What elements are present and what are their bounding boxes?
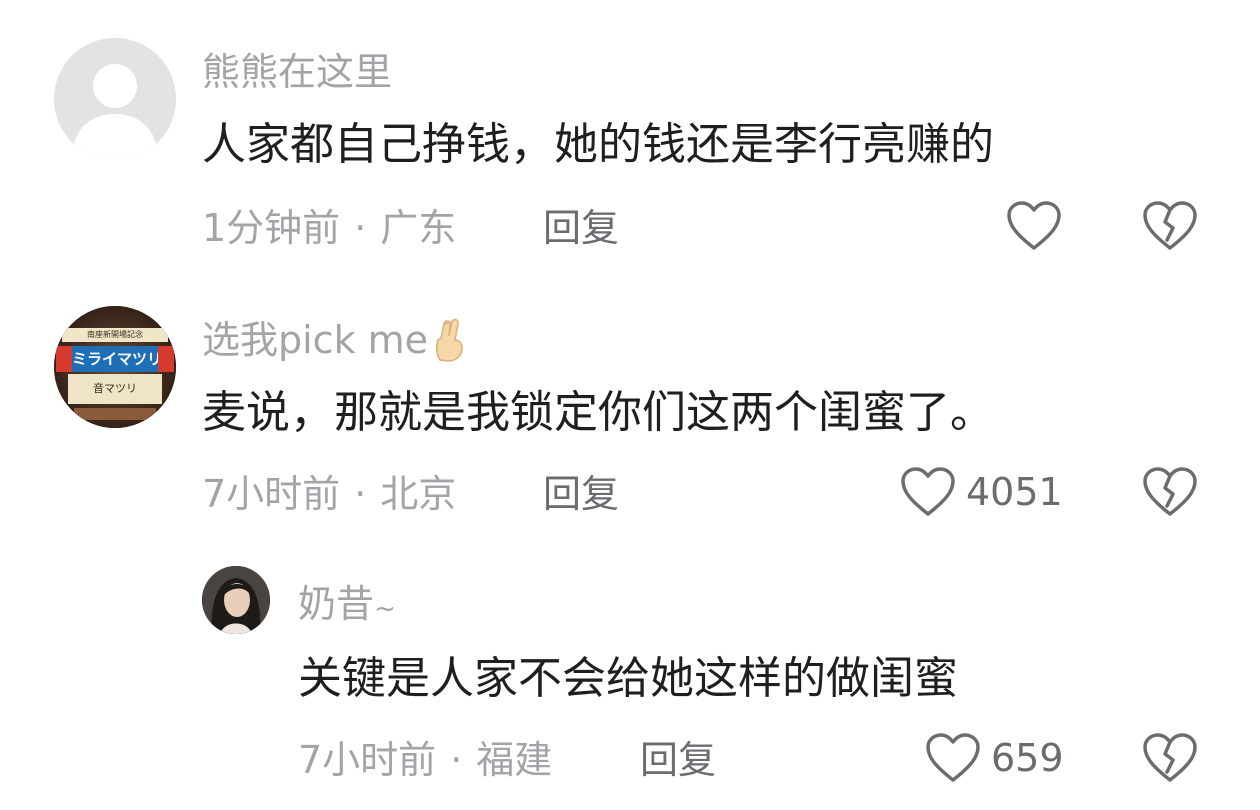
- location: 福建: [476, 738, 553, 782]
- avatar[interactable]: 南座新開場記念 ミライマツリ 音マツリ: [54, 306, 176, 428]
- location: 广东: [380, 206, 457, 250]
- comment-3-reply: 奶昔~ 关键是人家不会给她这样的做闺蜜 7小时前 · 福建 回复 659: [0, 540, 1260, 810]
- comment-text: 麦说，那就是我锁定你们这两个闺蜜了。: [202, 387, 994, 438]
- like-button[interactable]: [1006, 200, 1062, 252]
- broken-heart-icon: [1143, 201, 1197, 250]
- comment-meta: 7小时前 · 北京: [202, 472, 456, 516]
- broken-heart-icon: [1143, 467, 1197, 516]
- dislike-button[interactable]: [1142, 466, 1198, 518]
- username[interactable]: 熊熊在这里: [202, 50, 392, 94]
- comment-meta: 7小时前 · 福建: [298, 738, 552, 782]
- avatar[interactable]: [202, 566, 270, 634]
- username-text: 选我pick me: [202, 318, 429, 362]
- reply-button[interactable]: 回复: [543, 472, 619, 516]
- username[interactable]: 选我pick me: [202, 318, 466, 362]
- timestamp: 1分钟前: [202, 206, 341, 250]
- separator-dot: ·: [354, 472, 367, 516]
- default-avatar-icon: [54, 38, 176, 160]
- crossed-fingers-icon: [436, 318, 463, 362]
- comment-1: 熊熊在这里 人家都自己挣钱，她的钱还是李行亮赚的 1分钟前 · 广东 回复: [0, 0, 1260, 270]
- username-suffix: ~: [374, 594, 396, 624]
- avatar-poster-text-top: 南座新開場記念: [87, 330, 143, 339]
- comment-text: 人家都自己挣钱，她的钱还是李行亮赚的: [202, 119, 994, 170]
- heart-icon: [901, 467, 955, 516]
- heart-icon: [1007, 201, 1061, 250]
- avatar-poster-text-mid: ミライマツリ: [72, 350, 158, 368]
- heart-icon: [926, 733, 980, 782]
- separator-dot: ·: [354, 206, 367, 250]
- photo-avatar-image: [202, 566, 270, 634]
- reply-button[interactable]: 回复: [543, 206, 619, 250]
- username[interactable]: 奶昔~: [298, 582, 396, 631]
- avatar-poster-text-bottom: 音マツリ: [93, 382, 137, 395]
- comment-text: 关键是人家不会给她这样的做闺蜜: [298, 653, 958, 704]
- separator-dot: ·: [450, 738, 463, 782]
- like-button[interactable]: 659: [925, 732, 1064, 784]
- comment-2: 南座新開場記念 ミライマツリ 音マツリ 选我pick me 麦说，那就是我锁定你…: [0, 270, 1260, 540]
- like-count: 659: [991, 736, 1064, 780]
- username-text: 奶昔: [298, 582, 375, 626]
- avatar[interactable]: [54, 38, 176, 160]
- dislike-button[interactable]: [1142, 200, 1198, 252]
- reply-button[interactable]: 回复: [640, 738, 716, 782]
- dislike-button[interactable]: [1142, 732, 1198, 784]
- timestamp: 7小时前: [298, 738, 437, 782]
- timestamp: 7小时前: [202, 472, 341, 516]
- comment-meta: 1分钟前 · 广东: [202, 206, 456, 250]
- like-button[interactable]: 4051: [900, 466, 1063, 518]
- location: 北京: [380, 472, 457, 516]
- broken-heart-icon: [1143, 733, 1197, 782]
- like-count: 4051: [966, 470, 1063, 514]
